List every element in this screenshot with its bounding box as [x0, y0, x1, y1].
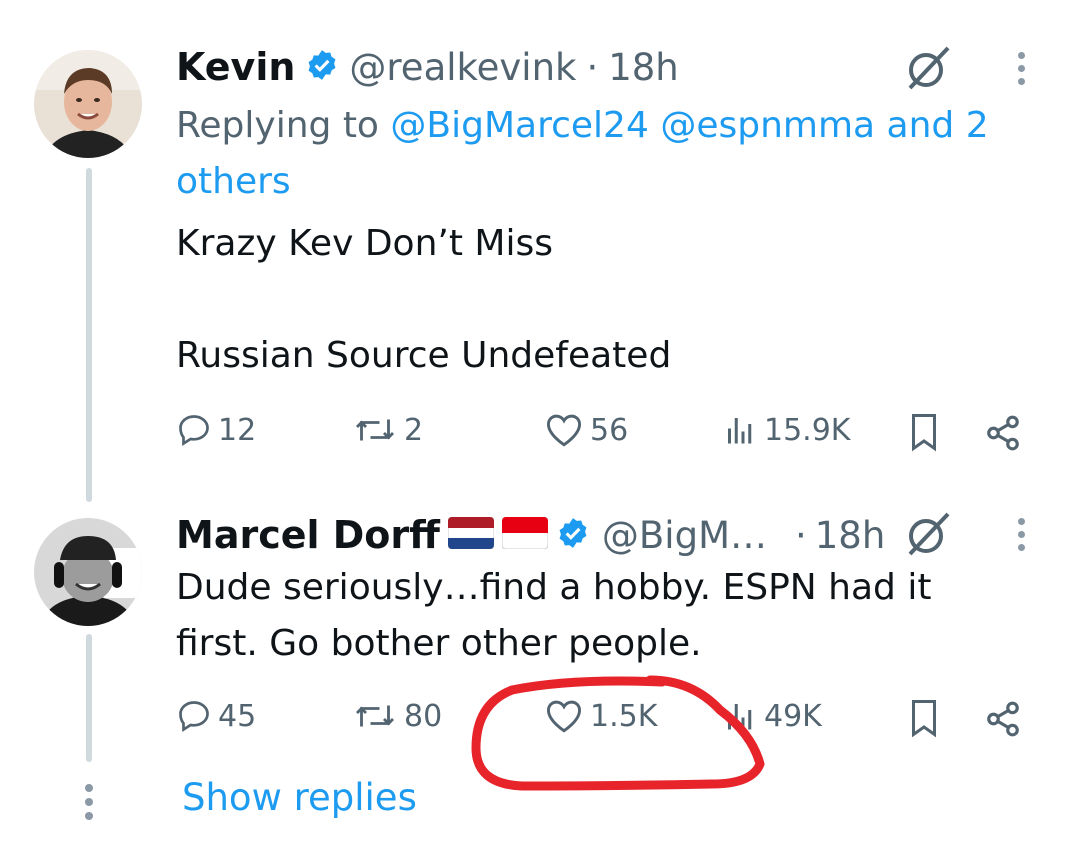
author-name[interactable]: Marcel Dorff — [176, 513, 440, 557]
like-button[interactable]: 1.5K — [544, 698, 657, 734]
tweet1-header: Kevin @realkevink · 18h — [176, 40, 679, 94]
mention-bigmarcel24[interactable]: @BigMarcel24 — [390, 105, 648, 146]
verified-badge-icon — [305, 48, 339, 86]
mention-espnmma[interactable]: @espnmma — [660, 105, 875, 146]
like-count: 56 — [590, 412, 629, 448]
views-count: 49K — [764, 698, 822, 734]
views-button[interactable]: 15.9K — [722, 412, 850, 448]
timestamp[interactable]: 18h — [608, 46, 679, 89]
more-dots-icon[interactable] — [1018, 52, 1028, 91]
timestamp[interactable]: 18h — [815, 514, 886, 557]
repost-button[interactable]: 80 — [352, 698, 442, 734]
thread-dots — [85, 784, 95, 826]
grok-icon[interactable] — [904, 510, 952, 562]
grok-icon[interactable] — [904, 44, 952, 96]
share-icon — [987, 415, 1019, 451]
reply-button[interactable]: 12 — [176, 412, 256, 448]
verified-badge-icon — [556, 516, 590, 554]
author-handle[interactable]: @realkevink — [349, 46, 576, 89]
like-icon — [546, 700, 582, 733]
views-count: 15.9K — [764, 412, 851, 448]
replying-to: Replying to @BigMarcel24 @espnmma and 2 … — [176, 105, 989, 202]
tweet1-text-line2: Russian Source Undefeated — [176, 335, 672, 376]
reply-icon — [179, 415, 209, 446]
tweet2-text: Dude seriously…find a hobby. ESPN had it… — [176, 567, 932, 664]
meta-separator: · — [795, 513, 807, 557]
reply-icon — [179, 701, 209, 732]
avatar-marcel[interactable] — [34, 518, 142, 626]
views-icon — [728, 418, 752, 444]
repost-count: 80 — [404, 698, 443, 734]
share-button[interactable] — [984, 414, 1022, 452]
like-button[interactable]: 56 — [544, 412, 628, 448]
tweet1-text-line1: Krazy Kev Don’t Miss — [176, 223, 553, 264]
bookmark-icon — [912, 700, 936, 738]
indonesia-flag-icon — [501, 516, 549, 553]
tweet2-header: Marcel Dorff @BigM… · 18h — [176, 508, 885, 562]
netherlands-flag-icon — [447, 516, 495, 553]
reply-count: 45 — [218, 698, 257, 734]
repost-icon — [355, 419, 395, 441]
annotation-circle — [471, 675, 765, 791]
thread-line — [86, 168, 92, 502]
views-icon — [728, 704, 752, 730]
author-handle[interactable]: @BigM… — [602, 514, 767, 557]
like-icon — [546, 414, 582, 447]
author-name[interactable]: Kevin — [176, 45, 295, 89]
thread-line — [86, 634, 92, 762]
repost-button[interactable]: 2 — [352, 412, 423, 448]
bookmark-button[interactable] — [906, 698, 942, 738]
reply-count: 12 — [218, 412, 257, 448]
meta-separator: · — [586, 45, 599, 89]
bookmark-icon — [912, 414, 936, 452]
views-button[interactable]: 49K — [722, 698, 822, 734]
avatar-kevin[interactable] — [34, 50, 142, 158]
reply-button[interactable]: 45 — [176, 698, 256, 734]
like-count: 1.5K — [590, 698, 658, 734]
repost-count: 2 — [404, 412, 424, 448]
more-dots-icon[interactable] — [1018, 518, 1028, 557]
show-replies-link[interactable]: Show replies — [182, 776, 417, 819]
repost-icon — [355, 705, 395, 727]
share-icon — [987, 701, 1019, 737]
share-button[interactable] — [984, 700, 1022, 738]
bookmark-button[interactable] — [906, 412, 942, 452]
